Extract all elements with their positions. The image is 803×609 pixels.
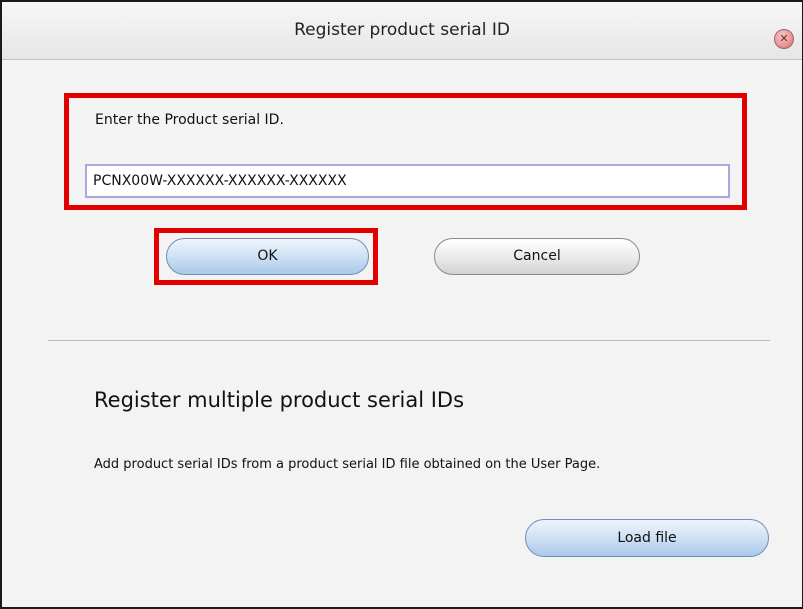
cancel-button[interactable]: Cancel [434, 238, 640, 275]
title-bar: Register product serial ID ✕ [2, 2, 802, 60]
ok-button[interactable]: OK [166, 238, 369, 275]
section-divider [48, 340, 770, 341]
close-icon: ✕ [779, 32, 789, 45]
serial-id-input[interactable] [85, 164, 730, 198]
multiple-ids-heading: Register multiple product serial IDs [94, 388, 465, 412]
load-file-button[interactable]: Load file [525, 519, 769, 557]
dialog-title: Register product serial ID [294, 20, 510, 40]
register-serial-dialog: Register product serial ID ✕ Enter the P… [0, 0, 803, 609]
close-button[interactable]: ✕ [774, 29, 794, 49]
multiple-ids-description: Add product serial IDs from a product se… [94, 457, 601, 472]
serial-prompt-label: Enter the Product serial ID. [95, 112, 284, 128]
